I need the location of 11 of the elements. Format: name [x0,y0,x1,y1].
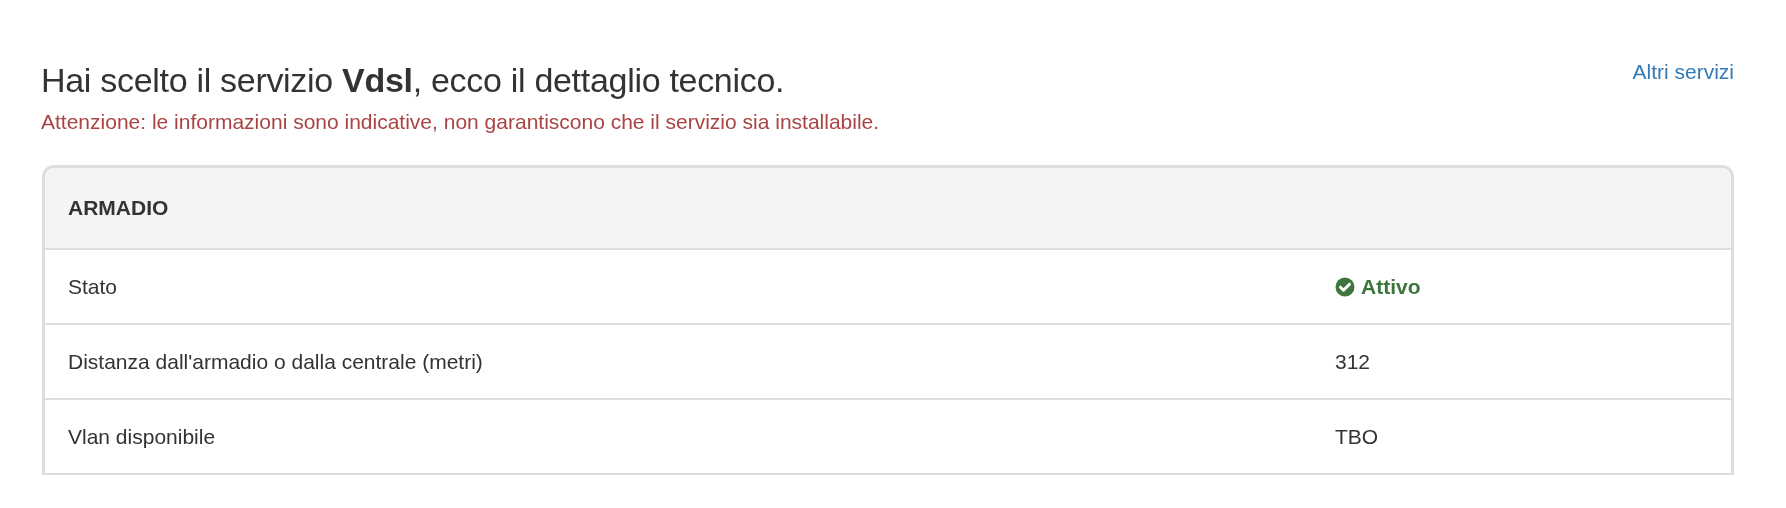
row-label: Distanza dall'armadio o dalla centrale (metri) [67,349,484,374]
row-value: TBO [1335,424,1379,449]
warning-text: Attenzione: le informazioni sono indicative, non garantiscono che il servizio sia installabile. [41,109,881,135]
status-value: Attivo [1361,274,1421,299]
check-circle-icon [1335,276,1355,297]
other-services-link[interactable]: Altri servizi [1632,60,1734,84]
row-value: 312 [1335,349,1371,374]
panel-title: ARMADIO [68,196,169,220]
page-heading: Hai scelto il servizio Vdsl, ecco il dettaglio tecnico. [41,60,785,101]
row-label: Vlan disponibile [67,424,217,449]
row-label: Stato [67,274,119,299]
